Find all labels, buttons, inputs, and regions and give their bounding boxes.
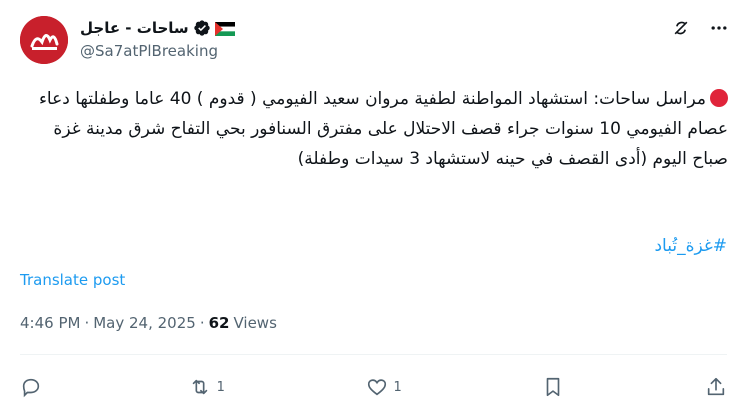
red-circle-icon — [710, 89, 728, 107]
avatar[interactable] — [20, 16, 68, 64]
more-options-icon[interactable] — [709, 18, 729, 38]
palestine-flag-icon — [214, 21, 235, 36]
meta-separator: · — [84, 314, 90, 332]
like-count: 1 — [393, 379, 402, 395]
action-bar: 1 1 — [20, 372, 727, 402]
divider — [20, 354, 727, 355]
hashtag-link[interactable]: #غزة_تُباد — [654, 236, 727, 256]
tweet-meta: 4:46 PM · May 24, 2025 · 62 Views — [20, 314, 277, 332]
avatar-logo-icon — [20, 16, 68, 64]
share-icon — [707, 377, 725, 396]
bookmark-icon — [547, 377, 560, 397]
reply-icon — [22, 378, 40, 398]
grok-icon[interactable] — [671, 18, 691, 38]
share-button[interactable] — [705, 376, 727, 398]
translate-post-link[interactable]: Translate post — [20, 271, 125, 289]
retweet-button[interactable]: 1 — [189, 376, 225, 398]
views-count: 62 — [208, 314, 230, 332]
author-handle[interactable]: @Sa7atPlBreaking — [80, 42, 218, 60]
header-actions — [671, 18, 729, 38]
tweet-body: مراسل ساحات: استشهاد المواطنة لطفية مروا… — [38, 89, 728, 169]
retweet-count: 1 — [216, 379, 225, 395]
reply-button[interactable] — [20, 376, 48, 398]
verified-badge-icon[interactable] — [193, 19, 211, 37]
tweet-text: مراسل ساحات: استشهاد المواطنة لطفية مروا… — [20, 84, 728, 174]
tweet-date[interactable]: May 24, 2025 — [93, 314, 196, 332]
retweet-icon — [192, 379, 207, 395]
views-label: Views — [233, 314, 277, 332]
tweet-time[interactable]: 4:46 PM — [20, 314, 80, 332]
author-name-row: ساحات - عاجل — [80, 17, 235, 39]
heart-icon — [367, 379, 386, 396]
meta-separator: · — [199, 314, 205, 332]
author-display-name[interactable]: ساحات - عاجل — [80, 19, 189, 37]
like-button[interactable]: 1 — [366, 376, 402, 398]
bookmark-button[interactable] — [542, 376, 564, 398]
